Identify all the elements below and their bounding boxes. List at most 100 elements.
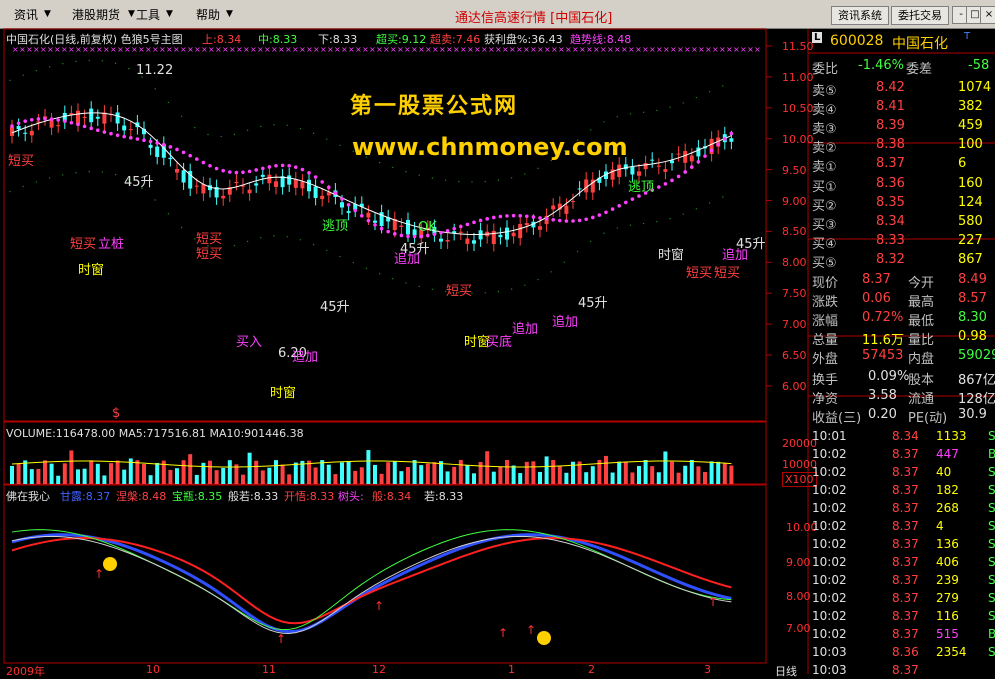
indicator-tick: 7.00 <box>786 622 811 635</box>
quote-value: 8.37 <box>862 272 891 287</box>
band-dot <box>312 243 315 246</box>
candle-body <box>729 138 734 142</box>
watermark-url: www.chnmoney.com <box>352 133 628 161</box>
volume-bar <box>696 466 701 484</box>
up-arrow-icon: ↑ <box>708 595 718 609</box>
fund-value: 30.9 <box>958 407 987 422</box>
band-dot <box>603 121 605 123</box>
tick-price: 8.37 <box>892 627 919 641</box>
bid-price: 8.34 <box>876 214 905 229</box>
dotted-marker: × <box>194 45 201 54</box>
quote-label: 外盘 <box>812 352 839 367</box>
tick-row: 10:01 8.34 1133 S <box>808 427 995 445</box>
volume-bar <box>419 465 424 484</box>
ask-price: 8.39 <box>876 118 905 133</box>
tick-row: 10:03 8.37 <box>808 661 995 679</box>
band-dot <box>510 288 513 290</box>
bid-volume: 124 <box>958 195 983 210</box>
band-dot <box>616 115 618 118</box>
dotted-marker: × <box>691 45 698 54</box>
fundamental-row: 收益(三) 0.20 PE(动) 30.9 <box>808 405 995 426</box>
tick-time: 10:02 <box>812 591 847 605</box>
trend-dot <box>591 215 595 220</box>
band-dot <box>88 59 90 62</box>
bid-row: 买④ 8.33 227 <box>808 231 995 252</box>
candle-body <box>498 234 503 238</box>
tick-time: 10:02 <box>812 555 847 569</box>
volume-bar <box>95 463 100 484</box>
band-dot <box>312 132 315 135</box>
trend-dot <box>82 124 87 129</box>
up-arrow-icon: ↑ <box>498 626 508 640</box>
up-arrow-icon: ↑ <box>276 632 286 646</box>
candle-body <box>175 168 179 173</box>
band-dot <box>722 196 724 198</box>
band-dot <box>88 170 90 173</box>
volume-bar <box>623 461 628 484</box>
band-dot <box>339 255 341 258</box>
candle-body <box>696 147 701 157</box>
band-dot <box>669 217 671 220</box>
trend-dot <box>36 117 41 121</box>
candle-body <box>670 160 674 164</box>
bid-row: 买③ 8.34 580 <box>808 212 995 233</box>
trend-dot <box>670 178 674 183</box>
annotation-28: 45升 <box>736 237 766 252</box>
trend-dot <box>254 168 258 172</box>
volume-bar <box>340 462 344 484</box>
indicator-item-3: 般若:8.33 <box>228 490 279 503</box>
tick-price: 8.37 <box>892 591 919 605</box>
trend-dot <box>518 213 522 218</box>
trend-dot <box>353 208 358 213</box>
tick-direction: S <box>988 609 995 623</box>
volume-bar <box>439 461 443 484</box>
ma-line <box>11 112 732 235</box>
candle-body <box>247 189 252 194</box>
volume-bar <box>102 475 107 484</box>
volume-bar <box>505 460 509 484</box>
stock-title: L 600028 中国石化 T <box>808 31 995 53</box>
band-dot <box>603 232 605 234</box>
volume-bar <box>194 474 199 484</box>
tick-direction: S <box>988 501 995 515</box>
volume-bar <box>76 469 80 484</box>
volume-bar <box>709 461 714 484</box>
volume-bar <box>267 467 272 484</box>
volume-bar <box>29 469 34 484</box>
band-dot <box>392 277 394 280</box>
date-tick: 10 <box>146 663 160 676</box>
volume-bar <box>610 472 615 484</box>
smiley-icon <box>537 631 551 645</box>
volume-bar <box>366 450 371 484</box>
band-dot <box>167 213 170 215</box>
trend-dot <box>188 153 192 158</box>
date-tick: 1 <box>508 663 515 676</box>
volume-bar <box>247 452 252 484</box>
candle-body <box>122 125 127 131</box>
bid-volume: 580 <box>958 214 983 229</box>
candle-body <box>683 151 688 163</box>
volume-bar <box>82 468 87 484</box>
period-label[interactable]: 日线 <box>775 663 797 679</box>
dotted-marker: × <box>677 45 684 54</box>
band-dot <box>682 102 684 104</box>
volume-bar <box>564 472 569 484</box>
candle-body <box>148 144 153 148</box>
band-dot <box>590 240 592 242</box>
quote-row: 涨跌 0.06 最高 8.57 <box>808 289 995 310</box>
indicator-red <box>11 537 732 625</box>
stock-flag: T <box>964 31 971 42</box>
band-dot <box>392 166 394 169</box>
volume-bar <box>491 471 496 484</box>
band-dot <box>22 185 24 188</box>
trend-dot <box>373 223 377 227</box>
annotation-2: 45升 <box>124 175 154 190</box>
band-dot <box>576 250 579 253</box>
dotted-marker: × <box>362 45 369 54</box>
candle-body <box>511 232 516 237</box>
candle-body <box>465 238 470 244</box>
trend-dot <box>630 197 635 201</box>
tick-volume: 2354 <box>936 645 967 659</box>
band-dot <box>273 235 275 237</box>
tick-price: 8.34 <box>892 429 919 443</box>
